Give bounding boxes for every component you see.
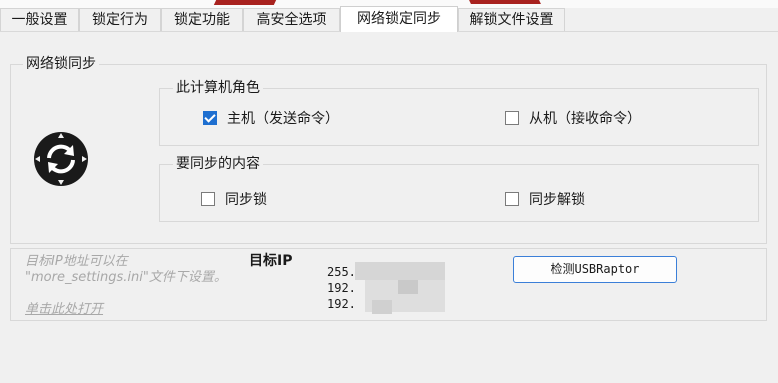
redaction-block xyxy=(398,280,418,294)
sync-icon xyxy=(34,132,88,186)
sync-lock-label: 同步锁 xyxy=(225,192,267,208)
ip-address: 192. xyxy=(327,281,356,295)
checkbox-unchecked[interactable] xyxy=(505,192,519,206)
ip-hint-line2: "more_settings.ini"文件下设置。 xyxy=(25,270,227,285)
sync-unlock-label: 同步解锁 xyxy=(529,192,585,208)
decoration-stripe xyxy=(213,0,277,5)
sync-unlock-checkbox[interactable]: 同步解锁 xyxy=(505,189,585,209)
ip-address: 192. xyxy=(327,297,356,311)
tab-network-sync[interactable]: 网络锁定同步 xyxy=(340,6,458,32)
checkbox-unchecked[interactable] xyxy=(201,192,215,206)
sync-lock-checkbox[interactable]: 同步锁 xyxy=(201,189,267,209)
tab-high-security[interactable]: 高安全选项 xyxy=(243,8,340,31)
tab-lock-behavior[interactable]: 锁定行为 xyxy=(79,8,161,31)
tab-general[interactable]: 一般设置 xyxy=(0,8,79,31)
target-ip-title: 目标IP xyxy=(249,253,293,269)
redaction-block xyxy=(355,262,445,280)
tab-bar: 一般设置 锁定行为 锁定功能 高安全选项 网络锁定同步 解锁文件设置 xyxy=(0,6,778,32)
role-group-title: 此计算机角色 xyxy=(173,80,263,96)
open-settings-link[interactable]: 单击此处打开 xyxy=(25,298,103,317)
slave-label: 从机（接收命令） xyxy=(529,111,641,127)
master-label: 主机（发送命令） xyxy=(227,111,339,127)
ip-address: 255. xyxy=(327,265,356,279)
detect-usbraptor-button[interactable]: 检测USBRaptor xyxy=(513,256,677,283)
slave-checkbox[interactable]: 从机（接收命令） xyxy=(505,108,641,128)
sync-content-group-title: 要同步的内容 xyxy=(173,156,263,172)
decoration-stripe xyxy=(469,0,541,4)
tab-lock-features[interactable]: 锁定功能 xyxy=(161,8,243,31)
network-sync-group-title: 网络锁同步 xyxy=(23,56,99,72)
checkbox-checked[interactable] xyxy=(203,111,217,125)
tab-unlock-file[interactable]: 解锁文件设置 xyxy=(458,8,565,31)
redaction-block xyxy=(372,300,392,314)
master-checkbox[interactable]: 主机（发送命令） xyxy=(203,108,339,128)
checkbox-unchecked[interactable] xyxy=(505,111,519,125)
